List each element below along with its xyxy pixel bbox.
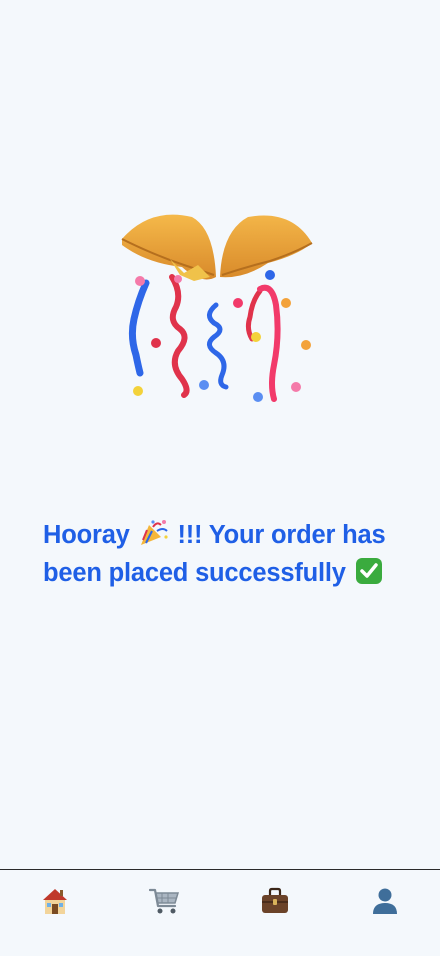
tab-orders[interactable] (220, 870, 330, 956)
order-success-screen: Hooray !!! Your order has been placed su… (0, 0, 440, 956)
tab-home[interactable] (0, 870, 110, 956)
briefcase-icon (260, 886, 290, 956)
cart-icon (149, 886, 181, 956)
message-line1-rest: !!! Your order has (177, 521, 386, 549)
party-popper-icon (139, 519, 169, 556)
bottom-tab-bar (0, 869, 440, 956)
home-icon (40, 886, 70, 956)
profile-icon (370, 886, 400, 956)
message-line1-text: Hooray (43, 521, 130, 549)
tab-profile[interactable] (330, 870, 440, 956)
check-mark-button-icon (355, 557, 383, 594)
tab-cart[interactable] (110, 870, 220, 956)
confetti-ball-icon (110, 205, 325, 415)
success-message: Hooray !!! Your order has been placed su… (43, 518, 413, 594)
message-line2-text: been placed successfully (43, 559, 346, 587)
